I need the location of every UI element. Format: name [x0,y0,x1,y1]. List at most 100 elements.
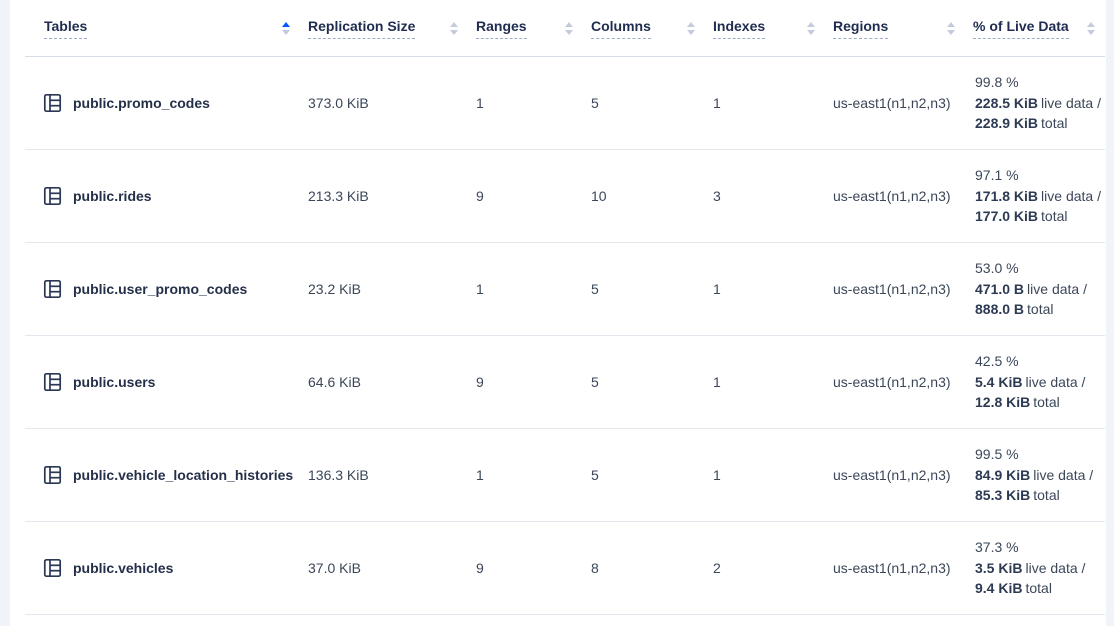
live-size-value: 171.8 KiB [975,188,1038,204]
live-data-suffix: live data / [1041,95,1101,111]
sort-ascending-icon [687,22,695,27]
live-percent-value: 97.1 % [975,165,1105,186]
indexes-value: 3 [705,188,825,204]
columns-value: 5 [583,467,705,483]
table-name-cell: public.rides [25,186,300,206]
table-row-vehicle-location-histories[interactable]: public.vehicle_location_histories 136.3 … [25,429,1105,522]
live-data-line: 228.5 KiBlive data / [975,93,1105,114]
sort-arrows-icon [282,22,290,35]
table-row-promo-codes[interactable]: public.promo_codes 373.0 KiB 1 5 1 us-ea… [25,57,1105,150]
ranges-value: 9 [468,374,583,390]
table-name-link[interactable]: public.rides [73,188,152,204]
live-data-cell: 42.5 % 5.4 KiBlive data / 12.8 KiBtotal [965,351,1105,413]
table-name-link[interactable]: public.promo_codes [73,95,210,111]
sort-ascending-icon [565,22,573,27]
live-data-line: 471.0 Blive data / [975,279,1105,300]
table-body: public.promo_codes 373.0 KiB 1 5 1 us-ea… [25,57,1105,615]
total-suffix: total [1025,580,1051,596]
total-data-line: 177.0 KiBtotal [975,206,1105,227]
total-data-line: 85.3 KiBtotal [975,485,1105,506]
column-header-live-data[interactable]: % of Live Data [965,0,1105,56]
ranges-value: 9 [468,560,583,576]
total-suffix: total [1033,487,1059,503]
live-data-suffix: live data / [1041,188,1101,204]
table-name-link[interactable]: public.users [73,374,155,390]
column-header-label: Indexes [713,18,765,39]
total-suffix: total [1041,115,1067,131]
column-header-ranges[interactable]: Ranges [468,0,583,56]
live-data-suffix: live data / [1033,467,1093,483]
sort-descending-icon [282,30,290,35]
column-header-tables[interactable]: Tables [25,0,300,56]
total-data-line: 9.4 KiBtotal [975,578,1105,599]
table-name-link[interactable]: public.user_promo_codes [73,281,247,297]
sort-arrows-icon [565,22,573,35]
column-header-columns[interactable]: Columns [583,0,705,56]
indexes-value: 1 [705,281,825,297]
live-data-suffix: live data / [1025,374,1085,390]
replication-size-value: 64.6 KiB [300,374,468,390]
table-name-link[interactable]: public.vehicle_location_histories [73,467,293,483]
sort-arrows-icon [1087,22,1095,35]
sort-arrows-icon [947,22,955,35]
column-header-label: Tables [44,18,87,39]
table-name-cell: public.vehicles [25,558,300,578]
column-header-label: Columns [591,18,651,39]
total-suffix: total [1033,394,1059,410]
column-header-indexes[interactable]: Indexes [705,0,825,56]
columns-value: 5 [583,281,705,297]
total-data-line: 12.8 KiBtotal [975,392,1105,413]
live-data-cell: 97.1 % 171.8 KiBlive data / 177.0 KiBtot… [965,165,1105,227]
sort-ascending-icon [1087,22,1095,27]
live-data-suffix: live data / [1027,281,1087,297]
sort-ascending-icon [947,22,955,27]
tables-list-card: Tables Replication Size Ranges [10,0,1106,626]
live-data-line: 3.5 KiBlive data / [975,558,1105,579]
indexes-value: 1 [705,374,825,390]
table-icon [43,465,62,485]
replication-size-value: 23.2 KiB [300,281,468,297]
live-data-suffix: live data / [1025,560,1085,576]
live-percent-value: 42.5 % [975,351,1105,372]
live-percent-value: 99.5 % [975,444,1105,465]
live-size-value: 84.9 KiB [975,467,1030,483]
sort-descending-icon [1087,30,1095,35]
column-header-replication-size[interactable]: Replication Size [300,0,468,56]
total-size-value: 9.4 KiB [975,580,1022,596]
total-data-line: 888.0 Btotal [975,299,1105,320]
live-size-value: 228.5 KiB [975,95,1038,111]
live-size-value: 3.5 KiB [975,560,1022,576]
column-header-label: Replication Size [308,18,415,39]
indexes-value: 1 [705,467,825,483]
regions-value: us-east1(n1,n2,n3) [825,188,965,204]
table-name-cell: public.user_promo_codes [25,279,300,299]
table-row-user-promo-codes[interactable]: public.user_promo_codes 23.2 KiB 1 5 1 u… [25,243,1105,336]
sort-descending-icon [450,30,458,35]
table-name-cell: public.promo_codes [25,93,300,113]
sort-ascending-icon [282,22,290,27]
replication-size-value: 373.0 KiB [300,95,468,111]
table-name-cell: public.users [25,372,300,392]
ranges-value: 1 [468,467,583,483]
live-percent-value: 53.0 % [975,258,1105,279]
ranges-value: 9 [468,188,583,204]
table-icon [43,93,62,113]
sort-descending-icon [687,30,695,35]
table-row-vehicles[interactable]: public.vehicles 37.0 KiB 9 8 2 us-east1(… [25,522,1105,615]
sort-descending-icon [947,30,955,35]
sort-ascending-icon [450,22,458,27]
table-row-users[interactable]: public.users 64.6 KiB 9 5 1 us-east1(n1,… [25,336,1105,429]
total-size-value: 12.8 KiB [975,394,1030,410]
live-percent-value: 99.8 % [975,72,1105,93]
tables-table: Tables Replication Size Ranges [25,0,1105,615]
columns-value: 10 [583,188,705,204]
live-data-cell: 99.8 % 228.5 KiBlive data / 228.9 KiBtot… [965,72,1105,134]
columns-value: 5 [583,95,705,111]
replication-size-value: 136.3 KiB [300,467,468,483]
table-icon [43,279,62,299]
column-header-regions[interactable]: Regions [825,0,965,56]
total-size-value: 228.9 KiB [975,115,1038,131]
table-row-rides[interactable]: public.rides 213.3 KiB 9 10 3 us-east1(n… [25,150,1105,243]
table-name-link[interactable]: public.vehicles [73,560,173,576]
live-percent-value: 37.3 % [975,537,1105,558]
